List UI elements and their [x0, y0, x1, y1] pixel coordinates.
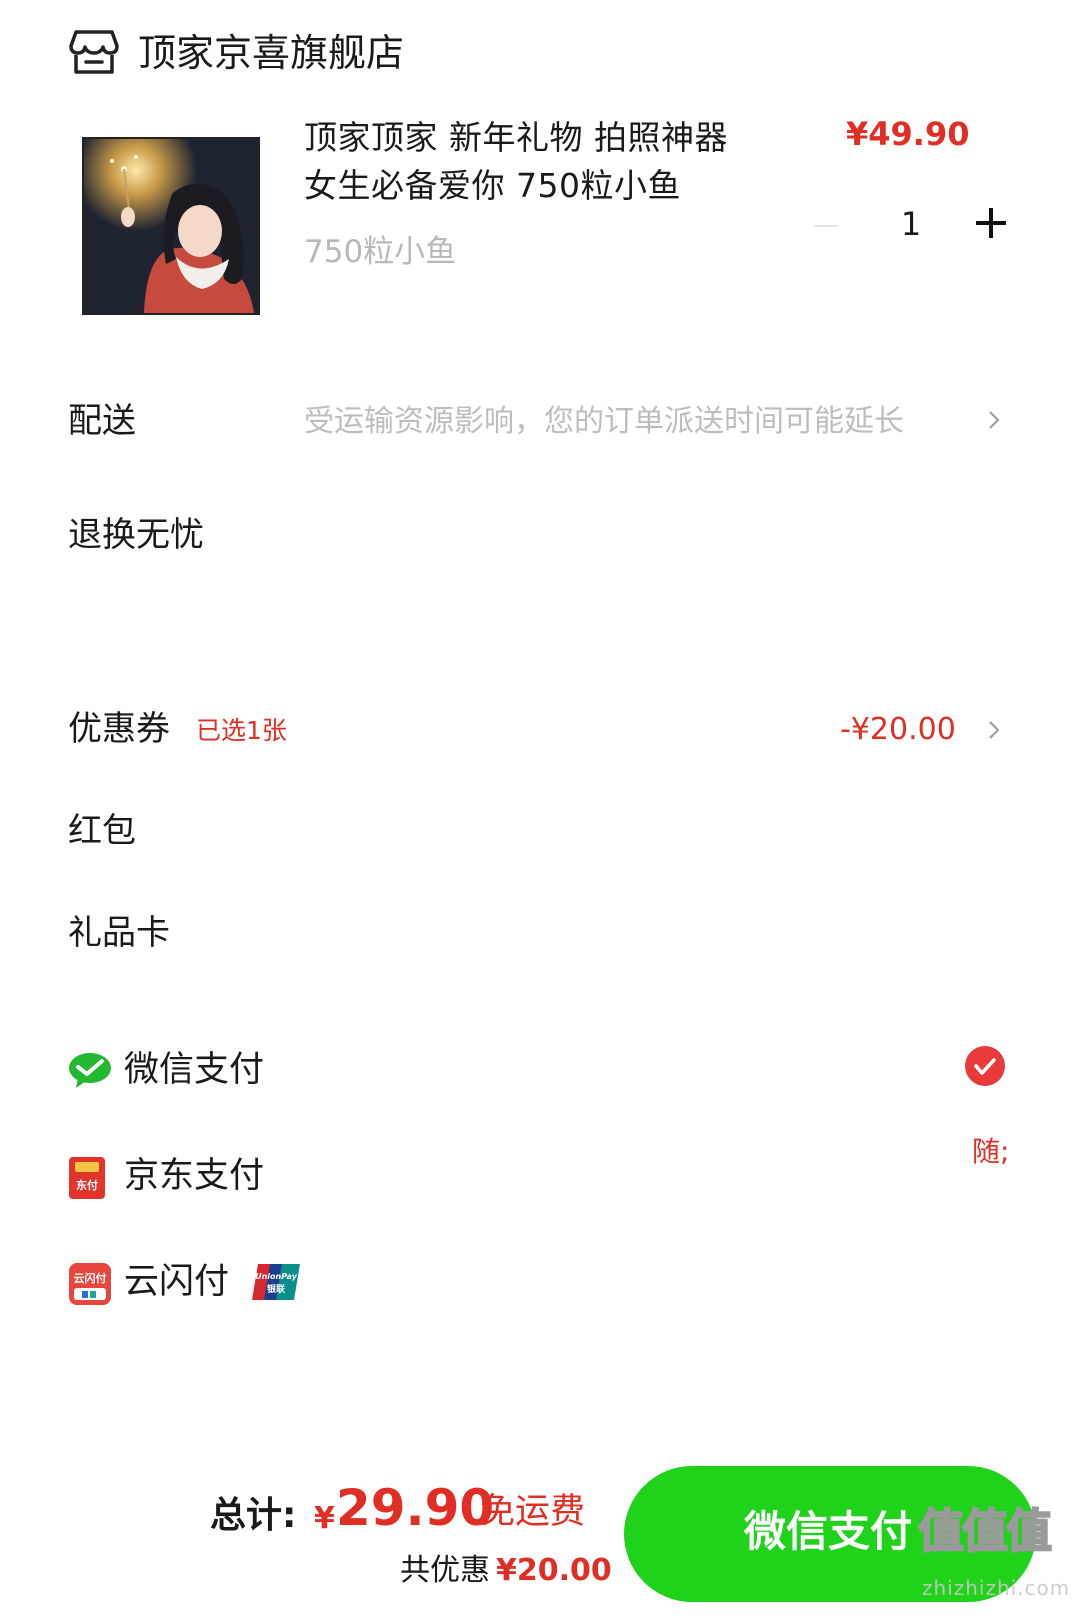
product-title[interactable]: 顶家顶家 新年礼物 拍照神器女生必备爱你 750粒小鱼	[304, 114, 744, 210]
chevron-right-icon[interactable]	[986, 718, 1002, 742]
product-image[interactable]	[82, 137, 260, 315]
returns-label[interactable]: 退换无忧	[68, 512, 204, 558]
quantity-increase-button[interactable]	[976, 206, 1006, 240]
svg-text:UnionPay: UnionPay	[255, 1272, 298, 1281]
discount-label: 共优惠	[400, 1553, 490, 1588]
yunshanfu-icon: 云闪付	[68, 1262, 112, 1306]
coupon-selected-badge: 已选1张	[196, 716, 287, 745]
payment-method-wechat[interactable]: 微信支付	[124, 1046, 264, 1094]
unionpay-logo: UnionPay 银联	[250, 1262, 302, 1302]
wechat-pay-icon	[68, 1050, 112, 1094]
payment-method-jd[interactable]: 京东支付	[124, 1152, 264, 1200]
gift-card-label[interactable]: 礼品卡	[68, 910, 170, 956]
payment-method-yunshanfu[interactable]: 云闪付	[124, 1258, 229, 1306]
store-name[interactable]: 顶家京喜旗舰店	[138, 28, 404, 78]
pay-button-label: 微信支付	[744, 1508, 913, 1555]
jd-pay-icon: 东付	[68, 1156, 112, 1200]
free-shipping-label: 免运费	[480, 1492, 586, 1532]
svg-text:东付: 东付	[76, 1178, 98, 1192]
product-spec: 750粒小鱼	[304, 234, 457, 270]
delivery-note[interactable]: 受运输资源影响，您的订单派送时间可能延长	[304, 400, 904, 444]
quantity-decrease-button[interactable]	[812, 206, 840, 246]
delivery-label: 配送	[68, 401, 136, 441]
quantity-value: 1	[900, 205, 922, 243]
watermark-domain: zhizhizhi.com	[922, 1576, 1071, 1600]
chevron-right-icon[interactable]	[986, 408, 1002, 432]
watermark-logo: 值值值	[917, 1503, 1053, 1559]
total-label: 总计:	[210, 1495, 297, 1536]
svg-text:云闪付: 云闪付	[74, 1271, 107, 1285]
total-currency: ¥	[314, 1501, 335, 1536]
red-packet-label[interactable]: 红包	[68, 808, 136, 854]
product-price: ¥49.90	[846, 115, 970, 153]
coupon-label: 优惠券	[68, 709, 170, 749]
discount-amount: ¥20.00	[496, 1553, 612, 1588]
jd-pay-promo: 随;	[972, 1135, 1010, 1168]
coupon-amount[interactable]: -¥20.00	[840, 708, 956, 752]
svg-text:银联: 银联	[267, 1283, 286, 1295]
selected-check-icon[interactable]	[964, 1045, 1006, 1087]
store-icon	[68, 28, 120, 76]
total-amount: 29.90	[336, 1479, 495, 1537]
